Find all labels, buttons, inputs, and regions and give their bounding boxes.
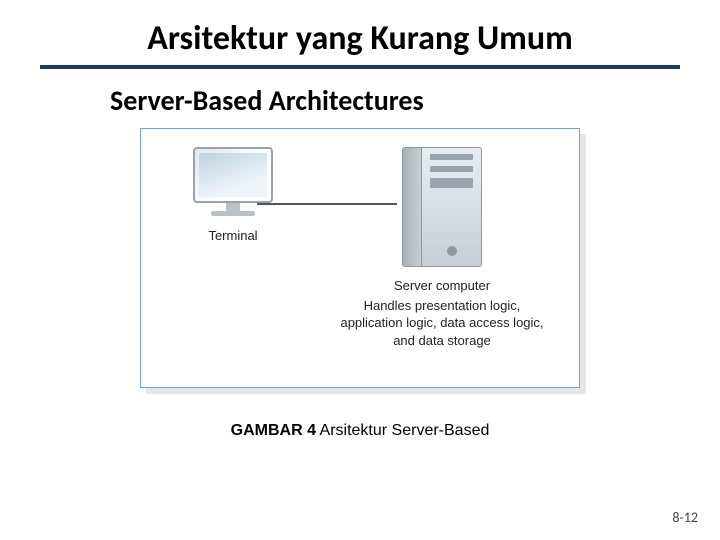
server-node: Server computer Handles presentation log…: [332, 147, 552, 349]
section-subtitle: Server-Based Architectures: [110, 83, 680, 118]
server-label: Server computer Handles presentation log…: [332, 277, 552, 349]
slide: Arsitektur yang Kurang Umum Server-Based…: [0, 0, 720, 540]
caption-bold: GAMBAR 4: [231, 422, 316, 439]
server-label-desc: Handles presentation logic, application …: [340, 298, 543, 348]
server-label-lead: Server computer: [332, 277, 552, 295]
figure-caption: GAMBAR 4 Arsitektur Server-Based: [40, 422, 680, 440]
page-title: Arsitektur yang Kurang Umum: [40, 18, 680, 65]
monitor-icon: [186, 147, 281, 217]
page-number: 8-12: [672, 509, 698, 526]
diagram-container: Terminal Server computer: [140, 128, 580, 388]
title-divider: [40, 65, 680, 69]
caption-text: Arsitektur Server-Based: [316, 422, 489, 439]
terminal-label: Terminal: [208, 227, 257, 245]
diagram-inner: Terminal Server computer: [141, 129, 579, 387]
server-tower-icon: [402, 147, 482, 267]
terminal-node: Terminal: [168, 147, 298, 245]
diagram: Terminal Server computer: [140, 128, 580, 388]
